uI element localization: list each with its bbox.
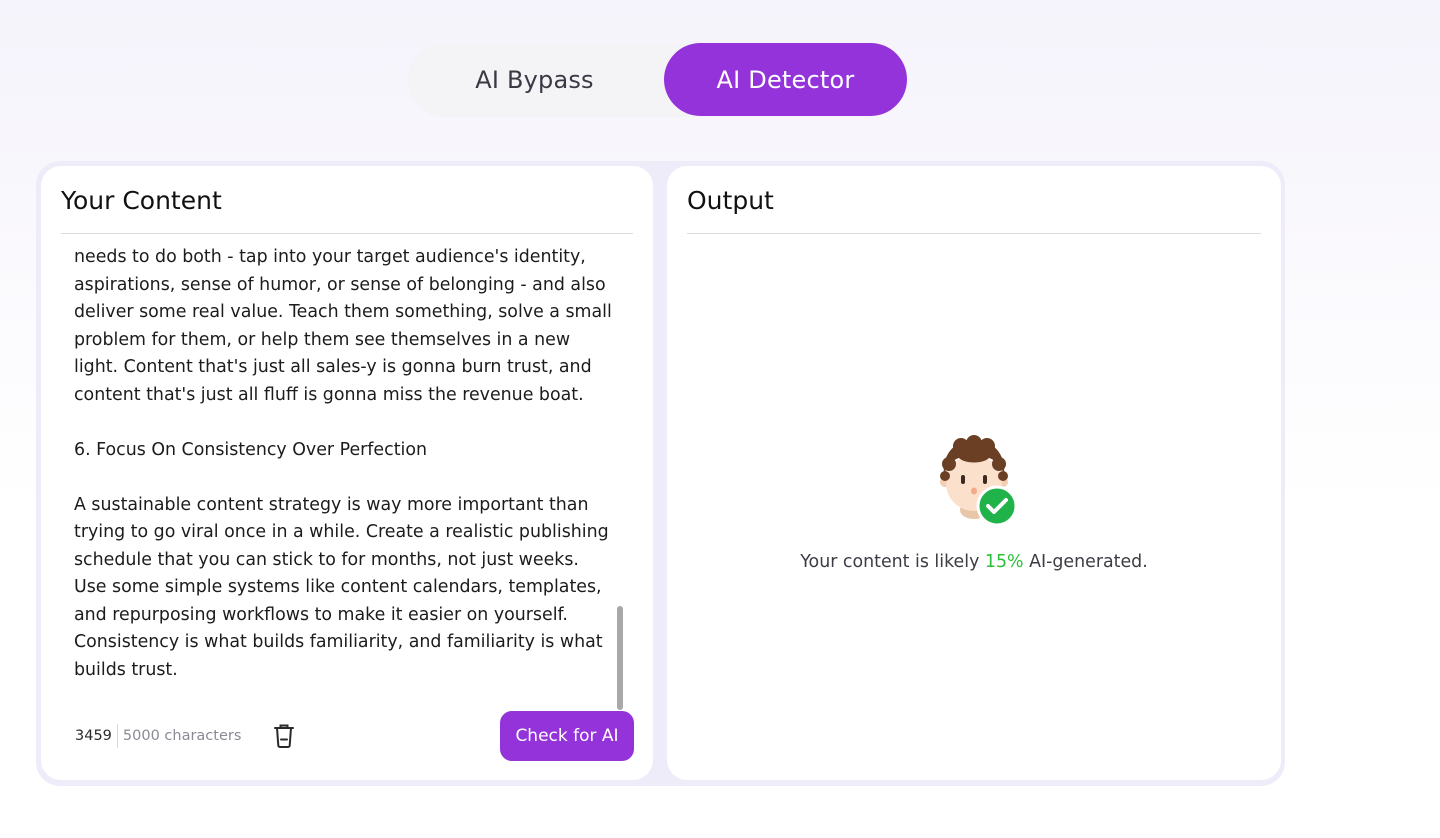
character-counter: 3459 5000 characters [75,724,241,748]
result-prefix: Your content is likely [800,552,985,572]
input-panel: Your Content needs to do both - tap into… [41,166,653,780]
tab-ai-bypass[interactable]: AI Bypass [408,43,661,116]
output-panel-title: Output [687,186,774,215]
mode-tabs: AI Bypass AI Detector [408,43,908,117]
output-panel: Output Your content is likely 15% AI-gen… [667,166,1281,780]
content-textarea[interactable]: needs to do both - tap into your target … [74,244,614,708]
input-panel-title: Your Content [61,186,222,215]
divider [61,233,633,234]
counter-divider [116,724,118,748]
character-limit: 5000 characters [122,728,242,744]
tab-ai-detector[interactable]: AI Detector [664,43,907,116]
content-scrollbar[interactable] [617,606,623,710]
trash-icon[interactable] [272,723,296,749]
ai-percentage: 15% [984,552,1024,572]
detection-result: Your content is likely 15% AI-generated. [667,552,1281,572]
human-avatar-icon [937,434,1021,527]
divider [687,233,1261,234]
character-count: 3459 [75,728,112,744]
check-for-ai-button[interactable]: Check for AI [500,711,634,761]
result-suffix: AI-generated. [1023,552,1148,572]
